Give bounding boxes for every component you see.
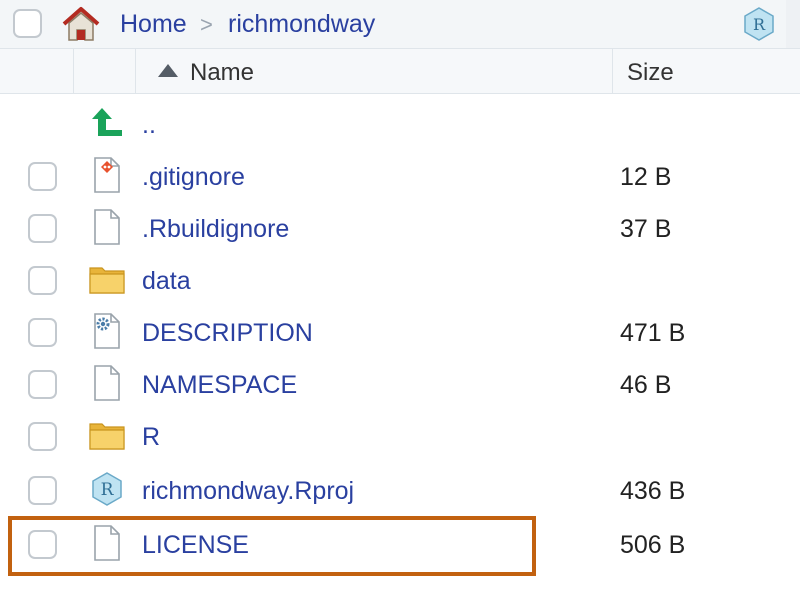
column-divider bbox=[135, 49, 136, 93]
file-size: 12 B bbox=[620, 163, 672, 191]
row-checkbox[interactable] bbox=[28, 266, 57, 295]
table-row: .Rbuildignore 37 B bbox=[0, 202, 800, 254]
row-checkbox[interactable] bbox=[28, 214, 57, 243]
sort-ascending-icon[interactable] bbox=[158, 64, 178, 77]
svg-text:R: R bbox=[753, 15, 766, 34]
row-checkbox[interactable] bbox=[28, 162, 57, 191]
column-divider bbox=[73, 49, 74, 93]
column-divider bbox=[612, 49, 613, 93]
up-arrow-icon[interactable] bbox=[88, 104, 126, 142]
parent-directory-row[interactable]: .. bbox=[0, 98, 800, 150]
file-name-link[interactable]: NAMESPACE bbox=[142, 370, 297, 400]
file-name-link[interactable]: data bbox=[142, 266, 191, 296]
file-icon bbox=[88, 208, 126, 246]
table-row: DESCRIPTION 471 B bbox=[0, 306, 800, 358]
parent-directory-link[interactable]: .. bbox=[142, 110, 156, 140]
files-pane: Home > richmondway R Name Size .. .gitig… bbox=[0, 0, 800, 598]
description-gear-icon bbox=[88, 312, 126, 350]
svg-text:R: R bbox=[101, 480, 115, 500]
table-row: NAMESPACE 46 B bbox=[0, 358, 800, 410]
column-name-header[interactable]: Name bbox=[190, 59, 254, 87]
breadcrumb-bar: Home > richmondway R bbox=[0, 0, 800, 49]
git-file-icon bbox=[88, 156, 126, 194]
file-name-link[interactable]: DESCRIPTION bbox=[142, 318, 313, 348]
folder-icon bbox=[88, 260, 126, 298]
table-row: R bbox=[0, 410, 800, 462]
table-row: R richmondway.Rproj 436 B bbox=[0, 464, 800, 516]
file-name-link[interactable]: .Rbuildignore bbox=[142, 214, 289, 244]
breadcrumb-current[interactable]: richmondway bbox=[228, 10, 375, 38]
row-checkbox[interactable] bbox=[28, 370, 57, 399]
select-all-checkbox[interactable] bbox=[13, 9, 42, 38]
rproj-icon[interactable]: R bbox=[742, 7, 776, 41]
file-name-link[interactable]: R bbox=[142, 422, 160, 452]
file-size: 46 B bbox=[620, 371, 672, 399]
home-icon[interactable] bbox=[60, 5, 102, 43]
breadcrumb-separator: > bbox=[200, 12, 213, 37]
file-size: 37 B bbox=[620, 215, 672, 243]
folder-icon bbox=[88, 416, 126, 454]
file-size: 506 B bbox=[620, 531, 686, 559]
file-name-link[interactable]: .gitignore bbox=[142, 162, 245, 192]
column-size-header[interactable]: Size bbox=[627, 59, 674, 87]
scrollbar-track[interactable] bbox=[786, 0, 800, 48]
table-row: .gitignore 12 B bbox=[0, 150, 800, 202]
file-icon bbox=[88, 364, 126, 402]
rproj-icon: R bbox=[92, 472, 122, 506]
file-size: 436 B bbox=[620, 477, 686, 505]
row-checkbox[interactable] bbox=[28, 422, 57, 451]
file-name-link[interactable]: richmondway.Rproj bbox=[142, 476, 354, 506]
row-checkbox[interactable] bbox=[28, 476, 57, 505]
table-row: data bbox=[0, 254, 800, 306]
file-size: 471 B bbox=[620, 319, 686, 347]
highlight-box bbox=[8, 516, 536, 576]
column-header bbox=[0, 49, 800, 94]
breadcrumb-home[interactable]: Home bbox=[120, 10, 187, 38]
row-checkbox[interactable] bbox=[28, 318, 57, 347]
